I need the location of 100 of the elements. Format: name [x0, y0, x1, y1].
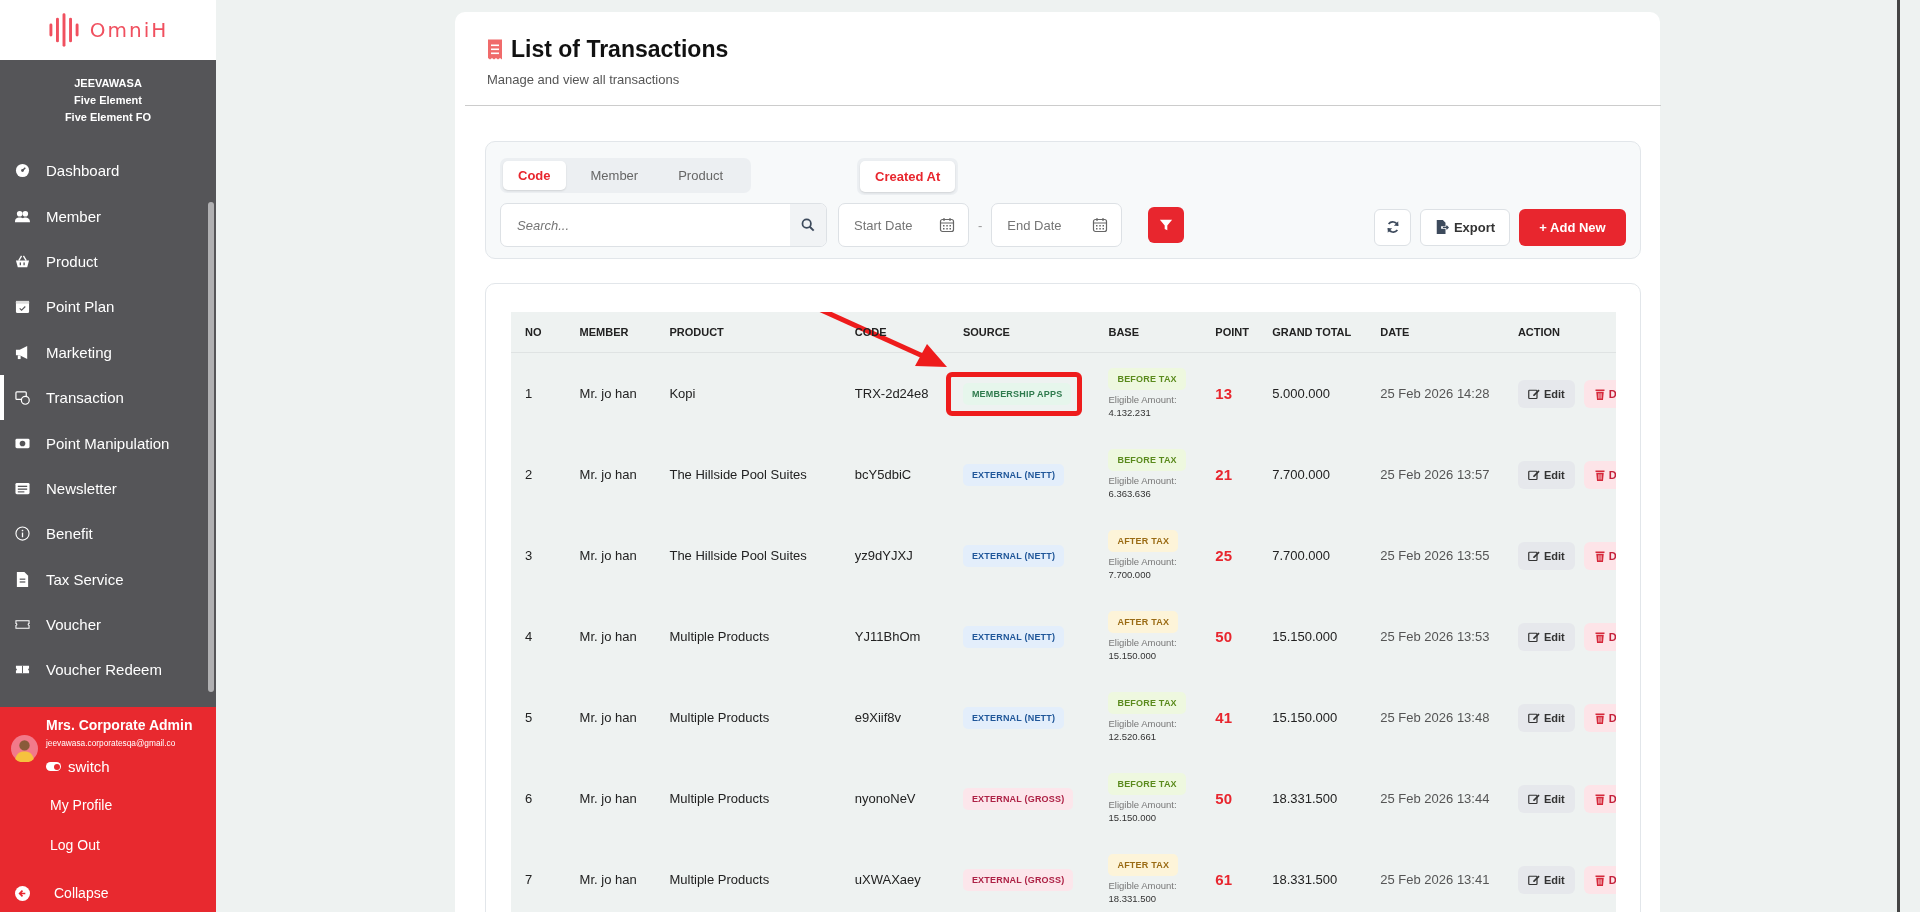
tax-badge: BEFORE TAX — [1108, 449, 1186, 471]
edit-button[interactable]: Edit — [1517, 865, 1575, 894]
menu-link[interactable]: My Profile — [0, 797, 113, 813]
delete-button[interactable]: D — [1583, 460, 1616, 489]
sidebar-item[interactable]: Transaction — [0, 374, 202, 421]
table-cell: 5 — [511, 677, 566, 758]
organization-name: JEEVAWASA — [74, 76, 142, 90]
tab[interactable]: Created At — [860, 161, 956, 192]
table-cell: 25 Feb 2026 13:55 — [1366, 515, 1504, 596]
delete-button[interactable]: D — [1583, 703, 1616, 732]
collapse-button[interactable]: Collapse — [0, 885, 109, 901]
search-button[interactable] — [790, 204, 826, 246]
table-cell: Kopi — [655, 352, 841, 434]
table-cell: Mr. jo han — [565, 434, 656, 515]
tax-badge: BEFORE TAX — [1108, 692, 1186, 714]
organization-name: Five Element FO — [64, 110, 152, 124]
table-cell: 18.331.500 — [1258, 839, 1367, 912]
date-separator: - — [978, 217, 983, 233]
document-icon — [15, 571, 30, 587]
logo-text: OmniH — [89, 18, 169, 42]
eligible-label: Eligible Amount: — [1108, 555, 1178, 568]
table-cell: 25 Feb 2026 13:44 — [1366, 758, 1504, 839]
edit-button[interactable]: Edit — [1517, 541, 1575, 570]
tab[interactable]: Product — [663, 161, 738, 190]
delete-button[interactable]: D — [1583, 541, 1616, 570]
tax-badge: AFTER TAX — [1108, 854, 1179, 876]
sidebar-item[interactable]: Newsletter — [0, 465, 202, 512]
table-cell: 5.000.000 — [1258, 352, 1367, 434]
user-name: Mrs. Corporate Admin — [46, 717, 193, 733]
table-cell: 25 — [1201, 515, 1259, 596]
trash-icon — [1593, 549, 1606, 562]
sidebar-item[interactable]: Point Plan — [0, 284, 202, 330]
edit-button[interactable]: Edit — [1517, 379, 1575, 408]
table-cell: nyonoNeV — [840, 758, 949, 839]
search-field[interactable]: Search... — [500, 203, 827, 247]
refresh-icon — [1385, 220, 1400, 234]
file-export-icon — [1434, 220, 1449, 234]
edit-button[interactable]: Edit — [1517, 622, 1575, 651]
table-cell: 25 Feb 2026 13:53 — [1366, 596, 1504, 677]
source-badge: EXTERNAL (NETT) — [962, 625, 1065, 648]
edit-icon — [1527, 711, 1540, 724]
table-cell: TRX-2d24e8 — [840, 352, 949, 434]
eligible-amount: 18.331.500 — [1108, 892, 1157, 905]
tax-badge: BEFORE TAX — [1108, 773, 1186, 795]
newspaper-icon — [15, 480, 30, 496]
eligible-amount: 15.150.000 — [1108, 649, 1157, 662]
date-field[interactable]: Start Date — [838, 203, 969, 247]
tab[interactable]: Code — [503, 161, 566, 190]
eligible-amount: 7.700.000 — [1108, 568, 1152, 581]
avatar — [11, 735, 38, 762]
edit-button[interactable]: Edit — [1517, 703, 1575, 732]
page-subtitle: Manage and view all transactions — [487, 72, 681, 87]
table-cell: Mr. jo han — [565, 515, 656, 596]
export-button[interactable]: Export — [1420, 208, 1510, 246]
sidebar-item[interactable]: Voucher — [0, 601, 202, 648]
column-header: DATE — [1380, 326, 1410, 338]
filter-button[interactable] — [1148, 207, 1185, 243]
sidebar-item[interactable]: Product — [0, 238, 202, 285]
trash-icon — [1593, 792, 1606, 805]
table-cell: YJ11BhOm — [840, 596, 949, 677]
edit-button[interactable]: Edit — [1517, 784, 1575, 813]
delete-button[interactable]: D — [1583, 784, 1616, 813]
toggle-switch[interactable] — [46, 762, 61, 771]
tab[interactable]: Member — [575, 161, 654, 190]
table-cell: bcY5dbiC — [840, 434, 949, 515]
refresh-button[interactable] — [1374, 208, 1411, 246]
column-header: PRODUCT — [669, 326, 724, 338]
table-cell: Mr. jo han — [565, 839, 656, 912]
sidebar-item[interactable]: Marketing — [0, 329, 202, 375]
table-cell: 7.700.000 — [1258, 515, 1367, 596]
edit-button[interactable]: Edit — [1517, 460, 1575, 489]
edit-icon — [1527, 630, 1540, 643]
table-cell: 4 — [511, 596, 566, 677]
calendar-icon — [939, 217, 955, 233]
delete-button[interactable]: D — [1583, 865, 1616, 894]
table-cell: 7 — [511, 839, 566, 912]
gauge-icon — [15, 163, 30, 179]
sidebar-item[interactable]: Tax Service — [0, 556, 202, 602]
add-new-button[interactable]: + Add New — [1519, 208, 1626, 246]
delete-button[interactable]: D — [1583, 622, 1616, 651]
receipt-icon — [487, 39, 503, 60]
table-cell: 2 — [511, 434, 566, 515]
table-cell: 3 — [511, 515, 566, 596]
delete-button[interactable]: D — [1583, 379, 1616, 408]
eligible-label: Eligible Amount: — [1108, 636, 1178, 649]
sidebar-item[interactable]: Dashboard — [0, 148, 202, 194]
sidebar-item[interactable]: Point Manipulation — [0, 420, 202, 466]
page-title: List of Transactions — [511, 36, 729, 63]
sidebar-item[interactable]: Benefit — [0, 511, 202, 557]
date-field[interactable]: End Date — [991, 203, 1123, 247]
eligible-amount: 4.132.231 — [1108, 406, 1152, 419]
info-icon — [15, 526, 30, 542]
sidebar-item[interactable]: Voucher Redeem — [0, 647, 202, 693]
table-cell: Mr. jo han — [565, 677, 656, 758]
calendar-icon — [1092, 217, 1109, 233]
eligible-label: Eligible Amount: — [1108, 798, 1178, 811]
menu-link[interactable]: Log Out — [0, 837, 100, 853]
column-header: NO — [525, 326, 542, 338]
sidebar-item[interactable]: Member — [0, 193, 202, 239]
table-cell: uXWAXaey — [840, 839, 949, 912]
